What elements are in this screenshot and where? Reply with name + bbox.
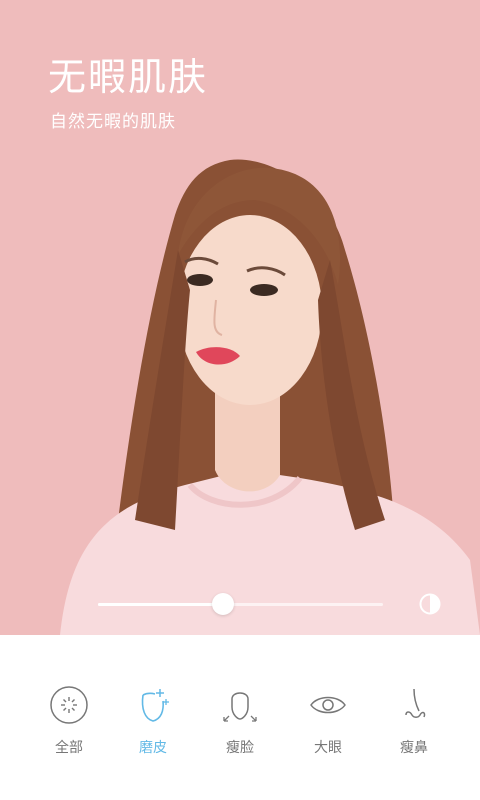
promo-title: 无暇肌肤: [48, 55, 209, 99]
eye-icon: [310, 696, 346, 714]
tool-all-label: 全部: [55, 740, 83, 756]
tool-smooth-skin-label: 磨皮: [139, 740, 167, 756]
tool-big-eyes[interactable]: 大眼: [288, 685, 368, 757]
tool-all[interactable]: 全部: [29, 685, 109, 757]
compare-toggle-icon[interactable]: [419, 593, 441, 615]
nose-icon: [405, 688, 426, 718]
intensity-slider[interactable]: [98, 593, 383, 615]
slim-face-icon: [223, 692, 257, 722]
tool-slim-nose-label: 瘦鼻: [400, 740, 428, 756]
smooth-skin-icon: [141, 689, 169, 722]
tool-slim-face[interactable]: 瘦脸: [200, 685, 280, 757]
slider-fill: [98, 603, 224, 606]
all-sparkle-icon: [50, 686, 88, 724]
photo-preview: 无暇肌肤 自然无暇的肌肤: [0, 0, 480, 635]
tool-slim-face-label: 瘦脸: [226, 740, 254, 756]
tool-smooth-skin[interactable]: 磨皮: [113, 685, 193, 757]
promo-subtitle: 自然无暇的肌肤: [50, 112, 176, 132]
tool-big-eyes-label: 大眼: [314, 740, 342, 756]
tool-slim-nose[interactable]: 瘦鼻: [374, 685, 454, 757]
beauty-toolbar: 全部 磨皮 瘦脸 大眼 瘦鼻: [0, 635, 480, 800]
slider-thumb[interactable]: [212, 593, 235, 615]
